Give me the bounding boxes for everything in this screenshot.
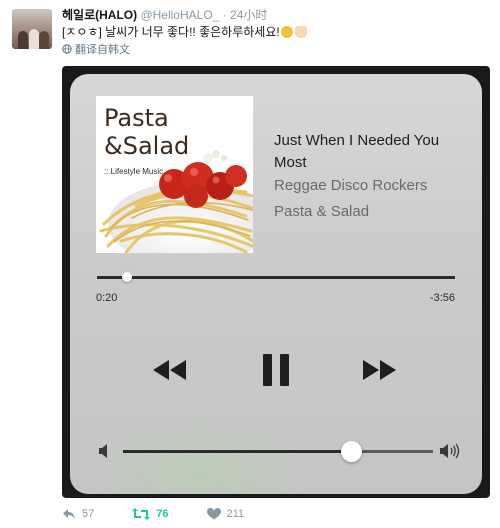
reply-button[interactable]: 57 xyxy=(62,508,94,520)
separator-dot: · xyxy=(222,8,227,22)
avatar-figure xyxy=(29,29,39,49)
retweet-button[interactable]: 76 xyxy=(132,508,169,520)
volume-high-icon xyxy=(440,443,460,459)
fast-forward-icon[interactable] xyxy=(362,358,398,382)
volume-fill xyxy=(123,450,351,453)
retweet-count: 76 xyxy=(156,508,169,520)
retweet-icon xyxy=(132,508,151,520)
volume-knob[interactable] xyxy=(340,441,362,462)
user-handle[interactable]: @HelloHALO_ xyxy=(140,8,219,22)
progress-bar[interactable] xyxy=(97,272,455,282)
rewind-icon[interactable] xyxy=(152,358,188,382)
heart-icon xyxy=(206,508,221,520)
like-button[interactable]: 211 xyxy=(206,508,245,520)
avatar-figure xyxy=(39,31,49,49)
translate-label: 翻译自韩文 xyxy=(75,44,130,56)
volume-low-icon xyxy=(99,444,107,458)
volume-slider[interactable] xyxy=(123,441,433,462)
album-art-title: &Salad xyxy=(104,132,190,160)
smiling-face-emoji-icon xyxy=(280,26,293,38)
album-art-subtitle: :: Lifestyle Music xyxy=(104,167,164,176)
reply-icon xyxy=(63,509,75,519)
avatar[interactable] xyxy=(12,9,52,49)
pause-icon[interactable] xyxy=(262,354,290,386)
album-art: Pasta &Salad :: Lifestyle Music xyxy=(96,96,253,253)
progress-scrubber[interactable] xyxy=(122,272,133,282)
track-album: Pasta & Salad xyxy=(274,203,370,220)
reply-count: 57 xyxy=(82,508,95,520)
now-playing-panel: Pasta &Salad :: Lifestyle Music Just Whe… xyxy=(70,74,482,494)
elapsed-time: 0:20 xyxy=(96,292,118,304)
translate-link[interactable]: 翻译自韩文 xyxy=(62,41,130,57)
avatar-figure xyxy=(18,31,28,49)
like-count: 211 xyxy=(226,508,245,520)
tweet-actions: 57 76 211 xyxy=(62,508,282,520)
track-title: Just When I Needed You Most xyxy=(274,132,440,171)
display-name[interactable]: 헤일로(HALO) xyxy=(62,8,137,22)
tweet-header: 헤일로(HALO) @HelloHALO_ · 24小时 xyxy=(62,6,267,23)
tweet-text-body: [ㅈㅇㅎ] 날씨가 너무 좋다!! 좋은하루하세요! xyxy=(62,25,280,39)
track-artist: Reggae Disco Rockers xyxy=(274,177,428,194)
remaining-time: -3:56 xyxy=(429,292,455,304)
tweet-timestamp[interactable]: 24小时 xyxy=(230,8,267,22)
tweet-media-image[interactable]: Pasta &Salad :: Lifestyle Music Just Whe… xyxy=(62,66,490,498)
globe-icon xyxy=(62,44,72,54)
raised-hands-emoji-icon xyxy=(294,26,307,38)
album-art-title: Pasta xyxy=(104,104,169,132)
panel-glow xyxy=(90,414,310,494)
tweet-text: [ㅈㅇㅎ] 날씨가 너무 좋다!! 좋은하루하세요! xyxy=(62,23,307,40)
